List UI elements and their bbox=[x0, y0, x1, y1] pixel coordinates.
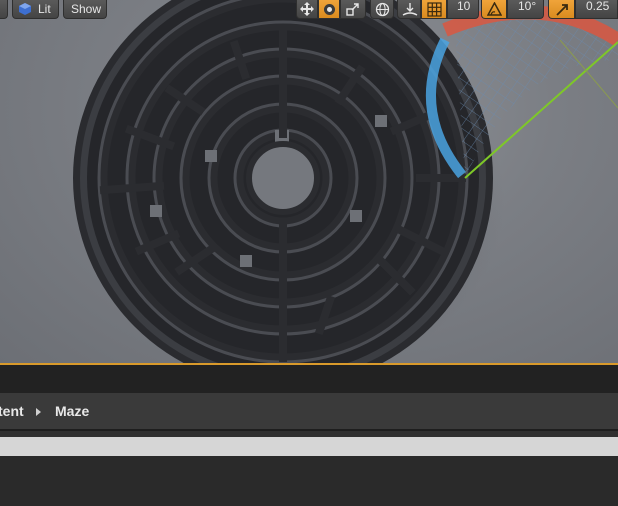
translate-icon bbox=[300, 2, 314, 21]
world-local-icon bbox=[375, 2, 390, 22]
asset-view[interactable] bbox=[0, 456, 618, 506]
grid-snap-toggle[interactable] bbox=[421, 0, 447, 19]
rotation-snap-toggle[interactable] bbox=[481, 0, 507, 19]
grid-snap-value-dropdown[interactable]: 10 bbox=[447, 0, 479, 19]
surface-snap-icon bbox=[402, 2, 418, 22]
scale-snap-value-dropdown[interactable]: 0.25 bbox=[575, 0, 618, 19]
viewport-options-button[interactable] bbox=[0, 0, 8, 19]
rotation-snap-value: 10° bbox=[518, 0, 537, 13]
scale-icon bbox=[346, 3, 360, 21]
translate-mode-button[interactable] bbox=[296, 0, 318, 19]
content-browser-toolbar bbox=[0, 365, 618, 394]
show-button[interactable]: Show bbox=[63, 0, 107, 19]
maze-mesh[interactable] bbox=[73, 0, 493, 364]
scale-snap-toggle[interactable] bbox=[548, 0, 575, 19]
world-local-button[interactable] bbox=[370, 0, 394, 19]
view-mode-button[interactable]: Lit bbox=[12, 0, 59, 19]
view-mode-icon bbox=[18, 2, 32, 21]
scale-snap-value: 0.25 bbox=[586, 0, 610, 13]
breadcrumb: tent Maze bbox=[0, 393, 618, 431]
level-viewport[interactable]: Lit Show 10 10° 0.25 bbox=[0, 0, 618, 364]
maze-scene[interactable] bbox=[0, 0, 618, 364]
rotation-snap-icon bbox=[486, 1, 503, 21]
asset-search-input[interactable] bbox=[0, 437, 618, 456]
rotate-icon bbox=[323, 3, 336, 21]
breadcrumb-item-maze[interactable]: Maze bbox=[55, 403, 89, 419]
view-mode-label: Lit bbox=[38, 2, 51, 16]
scale-snap-icon bbox=[555, 3, 569, 21]
grid-snap-icon bbox=[427, 2, 442, 22]
rotate-mode-button[interactable] bbox=[318, 0, 340, 19]
show-label: Show bbox=[71, 2, 102, 16]
breadcrumb-item-content[interactable]: tent bbox=[0, 403, 24, 419]
breadcrumb-separator-icon[interactable] bbox=[36, 408, 41, 416]
rotation-snap-value-dropdown[interactable]: 10° bbox=[507, 0, 544, 19]
content-browser: tent Maze bbox=[0, 365, 618, 506]
grid-snap-value: 10 bbox=[457, 0, 471, 13]
surface-snap-button[interactable] bbox=[397, 0, 421, 19]
scale-mode-button[interactable] bbox=[340, 0, 366, 19]
